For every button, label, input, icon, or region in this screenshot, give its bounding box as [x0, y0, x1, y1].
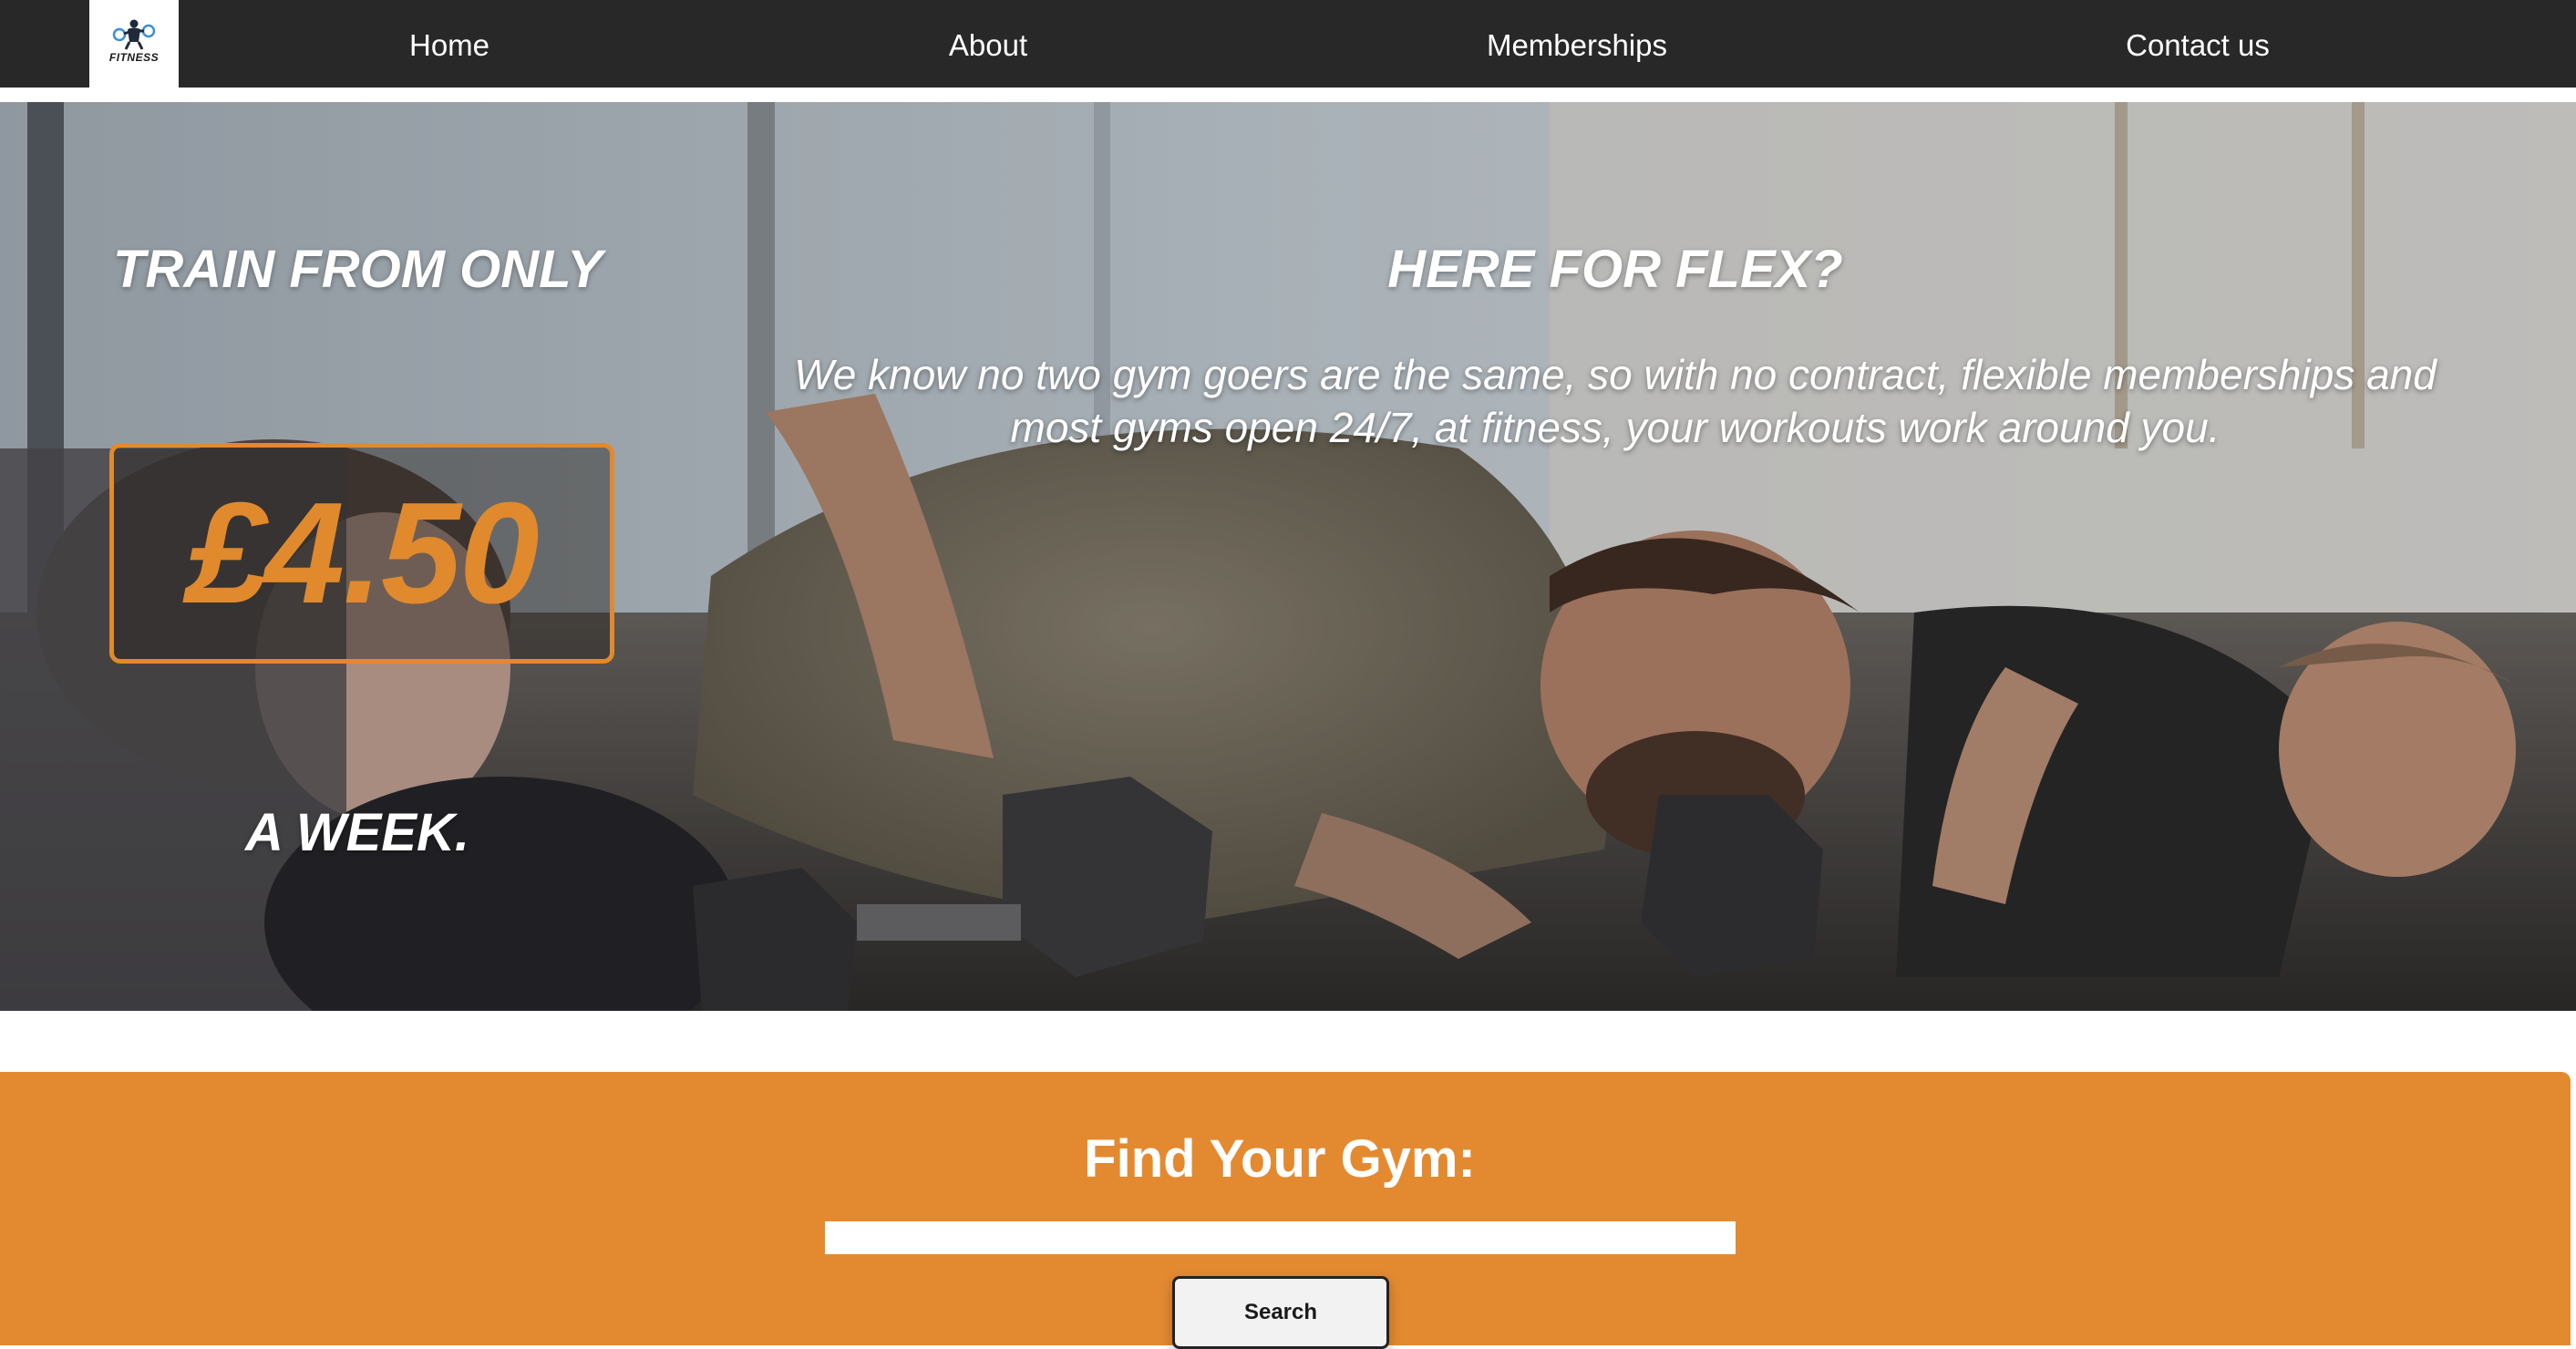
promo-heading: TRAIN FROM ONLY — [113, 240, 603, 299]
top-nav: FITNESS Home About Memberships Contact u… — [0, 0, 2576, 88]
dumbbell-icon — [112, 19, 156, 50]
price-suffix: A WEEK. — [245, 803, 469, 862]
search-button[interactable]: Search — [1172, 1276, 1389, 1349]
hero-banner: TRAIN FROM ONLY £4.50 A WEEK. HERE FOR F… — [0, 102, 2576, 1011]
nav-link-contact[interactable]: Contact us — [2126, 27, 2270, 64]
nav-link-memberships[interactable]: Memberships — [1487, 27, 1667, 64]
logo-text: FITNESS — [108, 51, 160, 64]
brand-logo[interactable]: FITNESS — [89, 0, 179, 88]
flex-heading: HERE FOR FLEX? — [1387, 240, 1843, 299]
nav-link-home[interactable]: Home — [409, 27, 489, 64]
price-value: £4.50 — [186, 473, 539, 633]
gym-search-input[interactable] — [825, 1221, 1736, 1254]
price-box: £4.50 — [109, 443, 614, 664]
nav-link-about[interactable]: About — [949, 27, 1027, 64]
find-gym-title: Find Your Gym: — [1084, 1129, 1476, 1189]
nav-divider — [0, 88, 2576, 102]
flex-description: We know no two gym goers are the same, s… — [794, 351, 2437, 451]
find-gym-section: Find Your Gym: Search — [0, 1072, 2571, 1349]
